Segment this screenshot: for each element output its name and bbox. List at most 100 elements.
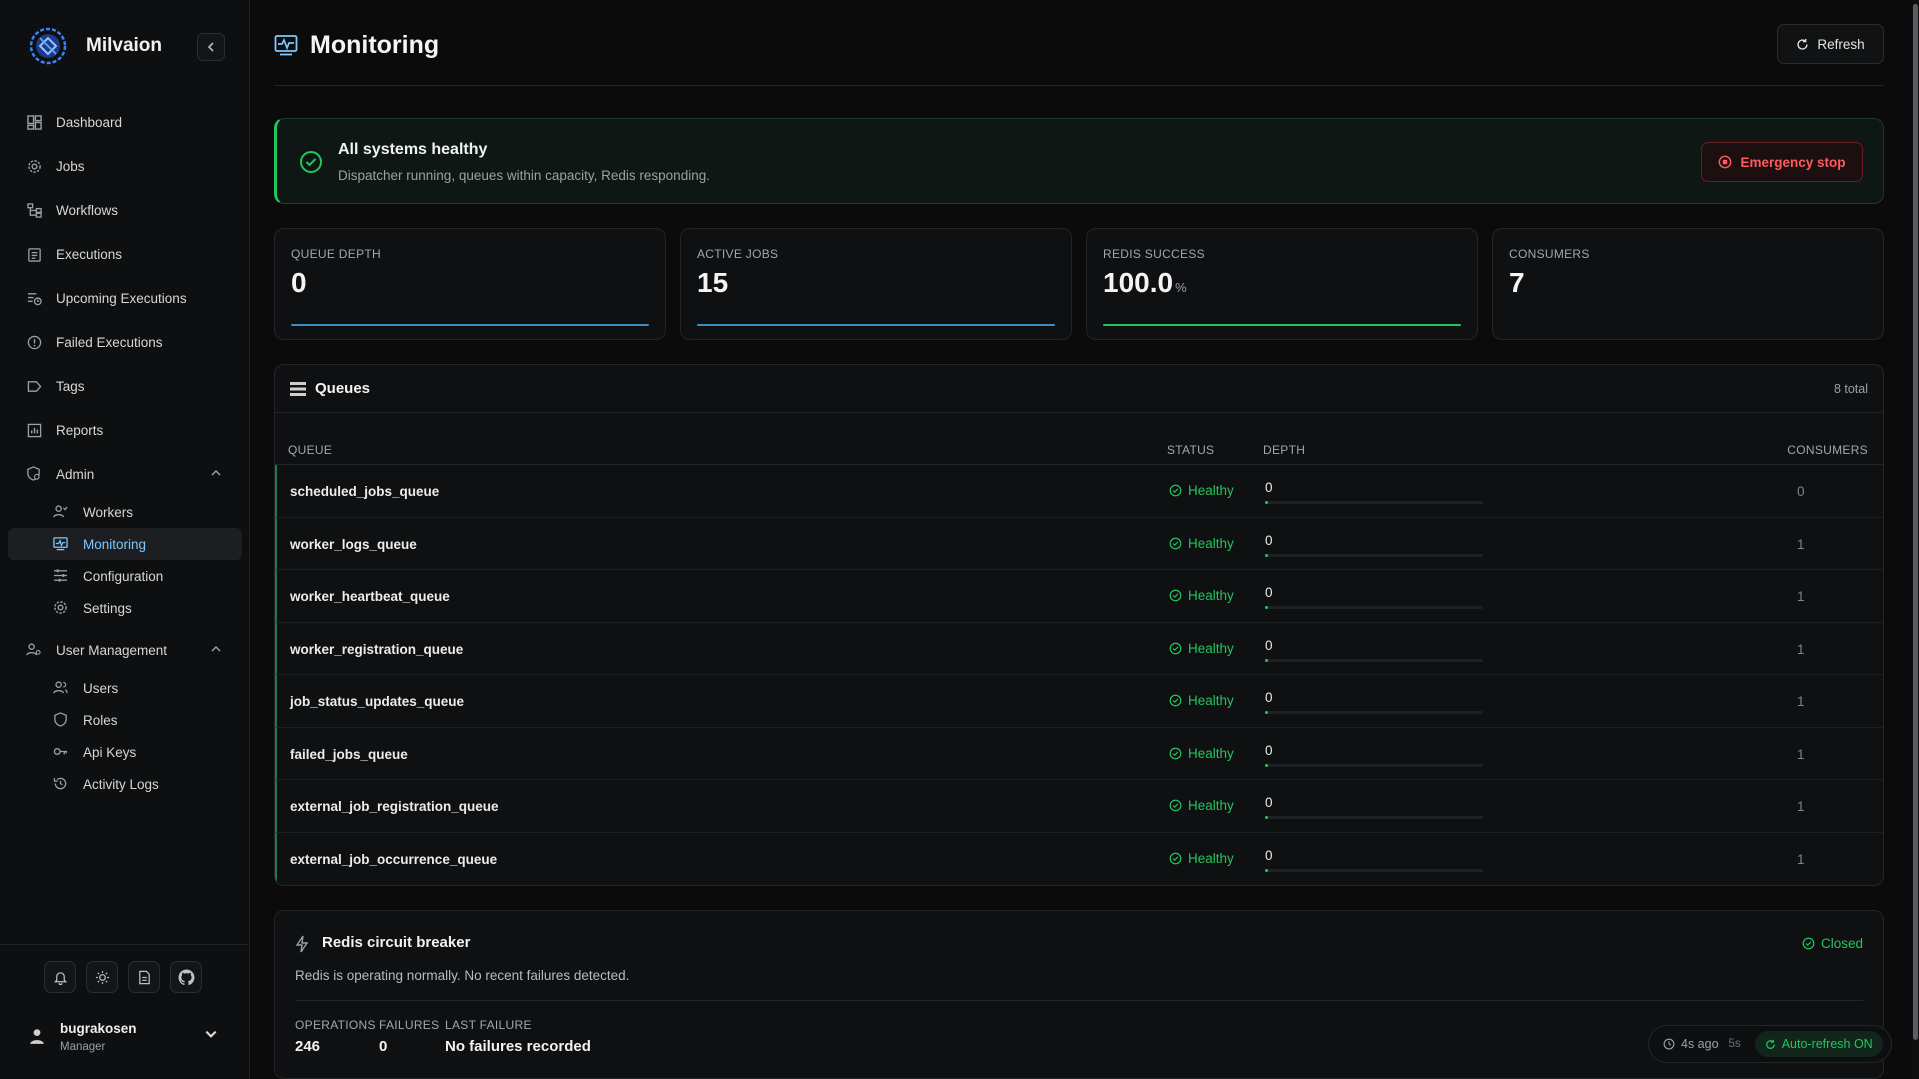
sidebar-item-workflows[interactable]: Workflows [8, 188, 242, 232]
page-title: Monitoring [310, 30, 440, 59]
tag-icon [26, 378, 42, 394]
status-badge: Healthy [1169, 798, 1234, 813]
lightning-icon [295, 935, 309, 953]
column-consumers[interactable]: CONSUMERS [1787, 443, 1868, 457]
check-circle-icon [1169, 642, 1182, 654]
user-menu[interactable]: bugrakosen Manager [28, 1017, 228, 1057]
scrollbar-thumb[interactable] [1913, 4, 1918, 1040]
key-icon [53, 744, 69, 760]
metric-label-failures: FAILURES [379, 1018, 440, 1032]
sidebar-item-monitoring[interactable]: Monitoring [8, 528, 242, 560]
sidebar-item-jobs[interactable]: Jobs [8, 144, 242, 188]
check-circle-icon [300, 151, 322, 173]
divider [295, 1000, 1863, 1001]
auto-refresh-indicator[interactable]: 4s ago 5s Auto-refresh ON [1648, 1025, 1892, 1063]
banner-subtitle: Dispatcher running, queues within capaci… [338, 168, 710, 183]
sidebar-item-label: Users [83, 680, 119, 696]
stat-value: 15 [697, 267, 729, 298]
queues-column-headers: QUEUE STATUS DEPTH CONSUMERS [275, 413, 1883, 465]
table-row[interactable]: worker_registration_queue Healthy 0 1 [275, 622, 1883, 675]
stat-label: CONSUMERS [1509, 247, 1590, 261]
sidebar-nav: Dashboard Jobs Workflows Executions Upco… [8, 100, 242, 800]
queue-name: failed_jobs_queue [290, 746, 408, 762]
clipboard-icon [26, 246, 42, 262]
table-row[interactable]: scheduled_jobs_queue Healthy 0 0 [275, 465, 1883, 518]
status-label: Healthy [1188, 588, 1234, 603]
auto-refresh-toggle[interactable]: Auto-refresh ON [1754, 1031, 1883, 1057]
sidebar-item-failed-executions[interactable]: Failed Executions [8, 320, 242, 364]
sidebar-item-workers[interactable]: Workers [8, 496, 242, 528]
queue-rows: scheduled_jobs_queue Healthy 0 0 worker_logs… [275, 465, 1883, 885]
sidebar-item-label: Jobs [56, 158, 85, 174]
chevron-up-icon [211, 645, 221, 652]
depth-bar [1265, 658, 1483, 662]
stat-label: ACTIVE JOBS [697, 247, 779, 261]
sidebar-group-user-management[interactable]: User Management [8, 628, 242, 672]
column-status[interactable]: STATUS [1167, 443, 1214, 457]
metric-value-last-failure: No failures recorded [445, 1038, 591, 1055]
sidebar-group-admin[interactable]: Admin [8, 452, 242, 496]
stop-circle-icon [1719, 155, 1732, 169]
sidebar-item-executions[interactable]: Executions [8, 232, 242, 276]
queue-name: external_job_registration_queue [290, 799, 499, 814]
status-badge: Healthy [1169, 483, 1234, 498]
depth-bar-fill [1265, 658, 1268, 662]
sidebar-item-roles[interactable]: Roles [8, 704, 242, 736]
check-circle-icon [1169, 799, 1182, 812]
sidebar-item-label: Failed Executions [56, 334, 163, 350]
check-circle-icon [1169, 747, 1182, 759]
status-badge: Healthy [1169, 693, 1234, 708]
sidebar-item-label: Reports [56, 422, 104, 438]
theme-toggle-button[interactable] [86, 961, 118, 993]
docs-button[interactable] [128, 961, 160, 993]
sidebar-item-settings[interactable]: Settings [8, 592, 242, 624]
circuit-breaker-description: Redis is operating normally. No recent f… [295, 968, 630, 983]
queue-depth: 0 [1265, 532, 1273, 548]
stat-value: 7 [1509, 267, 1525, 298]
table-row[interactable]: worker_logs_queue Healthy 0 1 [275, 517, 1883, 570]
queue-depth: 0 [1265, 585, 1273, 600]
collapse-sidebar-button[interactable] [197, 33, 225, 61]
table-row[interactable]: external_job_registration_queue Healthy 0 1 [275, 780, 1883, 833]
sidebar-item-configuration[interactable]: Configuration [8, 560, 242, 592]
emergency-stop-button[interactable]: Emergency stop [1701, 142, 1863, 182]
monitor-icon [53, 536, 69, 552]
table-row[interactable]: job_status_updates_queue Healthy 0 1 [275, 675, 1883, 728]
github-icon [178, 969, 194, 985]
queue-depth: 0 [1265, 637, 1273, 653]
check-circle-icon [1169, 589, 1182, 602]
refresh-button[interactable]: Refresh [1777, 24, 1884, 64]
sidebar-item-label: Monitoring [83, 536, 147, 552]
status-label: Healthy [1188, 483, 1234, 498]
status-label: Healthy [1188, 745, 1234, 761]
table-row[interactable]: failed_jobs_queue Healthy 0 1 [275, 727, 1883, 780]
page-scrollbar[interactable] [1912, 0, 1919, 1079]
queue-name: worker_heartbeat_queue [290, 589, 450, 604]
sidebar-item-api-keys[interactable]: Api Keys [8, 736, 242, 768]
sidebar-item-dashboard[interactable]: Dashboard [8, 100, 242, 144]
chevron-left-icon [207, 42, 214, 52]
workflow-icon [26, 202, 42, 218]
notifications-button[interactable] [44, 961, 76, 993]
stat-unit: % [1175, 280, 1187, 295]
github-button[interactable] [170, 961, 202, 993]
table-row[interactable]: external_job_occurrence_queue Healthy 0 1 [275, 832, 1883, 885]
stat-bar-fill [1103, 324, 1461, 326]
app-name: Milvaion [86, 35, 163, 56]
table-row[interactable]: worker_heartbeat_queue Healthy 0 1 [275, 570, 1883, 623]
user-management-icon [26, 642, 42, 658]
sidebar-item-reports[interactable]: Reports [8, 408, 242, 452]
queue-consumers: 0 [1797, 484, 1805, 499]
last-refresh: 4s ago [1663, 1037, 1719, 1051]
column-queue[interactable]: QUEUE [288, 443, 332, 457]
sidebar-item-users[interactable]: Users [8, 672, 242, 704]
sidebar-item-tags[interactable]: Tags [8, 364, 242, 408]
depth-bar-fill [1265, 763, 1268, 767]
stat-card-queue-depth: QUEUE DEPTH 0 [274, 228, 666, 340]
depth-bar [1265, 816, 1483, 819]
sidebar-item-upcoming-executions[interactable]: Upcoming Executions [8, 276, 242, 320]
monitor-icon [274, 35, 298, 56]
column-depth[interactable]: DEPTH [1263, 443, 1305, 457]
sidebar-item-activity-logs[interactable]: Activity Logs [8, 768, 242, 800]
depth-bar [1265, 711, 1483, 714]
